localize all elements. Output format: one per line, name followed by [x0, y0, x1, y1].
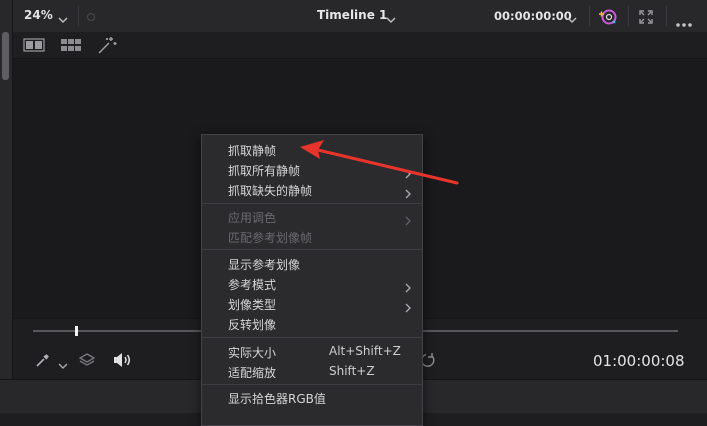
menu-item-wipe-style[interactable]: 划像类型	[228, 296, 276, 313]
speaker-icon[interactable]	[112, 351, 132, 373]
menu-item-grab-missing-stills[interactable]: 抓取缺失的静帧	[228, 182, 312, 199]
divider	[589, 6, 590, 26]
chevron-down-icon[interactable]	[58, 10, 68, 29]
submenu-arrow-icon	[404, 278, 412, 297]
menu-separator	[202, 249, 422, 250]
menu-item-reference-mode[interactable]: 参考模式	[228, 276, 276, 293]
fullscreen-icon[interactable]	[638, 9, 654, 29]
playhead[interactable]	[75, 326, 78, 336]
menu-item-invert-wipe[interactable]: 反转划像	[228, 316, 276, 333]
menu-item-match-reference-wipe-frame: 匹配参考划像帧	[228, 231, 313, 245]
menu-item-actual-size[interactable]: 实际大小	[228, 344, 276, 361]
divider	[666, 6, 667, 26]
chevron-down-icon[interactable]	[386, 10, 396, 29]
color-fx-icon[interactable]	[598, 7, 618, 31]
menu-item-grab-all-stills[interactable]: 抓取所有静帧	[228, 162, 300, 179]
chevron-down-icon[interactable]	[567, 10, 577, 29]
menu-separator	[202, 337, 422, 338]
submenu-arrow-icon	[404, 298, 412, 317]
menu-separator	[202, 384, 422, 385]
end-timecode: 01:00:00:08	[593, 352, 685, 370]
submenu-arrow-icon	[404, 211, 412, 230]
shortcut-actual-size: Alt+Shift+Z	[329, 344, 401, 358]
submenu-arrow-icon	[404, 164, 412, 183]
eyedropper-icon[interactable]	[35, 352, 51, 372]
menu-item-fit-zoom[interactable]: 适配缩放	[228, 364, 276, 381]
status-dot	[87, 13, 95, 21]
divider	[78, 6, 79, 26]
zoom-level[interactable]: 24%	[24, 8, 53, 22]
chevron-down-icon[interactable]	[58, 356, 68, 375]
context-menu: 抓取静帧 抓取所有静帧 抓取缺失的静帧 应用调色 匹配参考划像帧 显示参考划像 …	[201, 134, 423, 426]
timecode-display[interactable]: 00:00:00:00	[494, 9, 572, 23]
menu-item-show-picker-rgb[interactable]: 显示拾色器RGB值	[228, 390, 326, 407]
submenu-arrow-icon	[404, 184, 412, 203]
grid-view-icon[interactable]	[60, 37, 82, 57]
divider	[628, 6, 629, 26]
vertical-scrollbar-thumb[interactable]	[2, 32, 9, 80]
magic-wand-icon[interactable]	[96, 35, 118, 59]
menu-item-apply-grade: 应用调色	[228, 211, 277, 225]
layers-icon[interactable]	[78, 351, 96, 373]
more-icon[interactable]	[675, 13, 693, 32]
timeline-title[interactable]: Timeline 1	[317, 8, 387, 22]
menu-separator	[202, 203, 422, 204]
shortcut-fit-zoom: Shift+Z	[329, 364, 375, 378]
menu-item-show-reference-wipe[interactable]: 显示参考划像	[228, 256, 300, 273]
menu-item-grab-still[interactable]: 抓取静帧	[228, 142, 276, 159]
split-view-icon[interactable]	[23, 37, 45, 57]
